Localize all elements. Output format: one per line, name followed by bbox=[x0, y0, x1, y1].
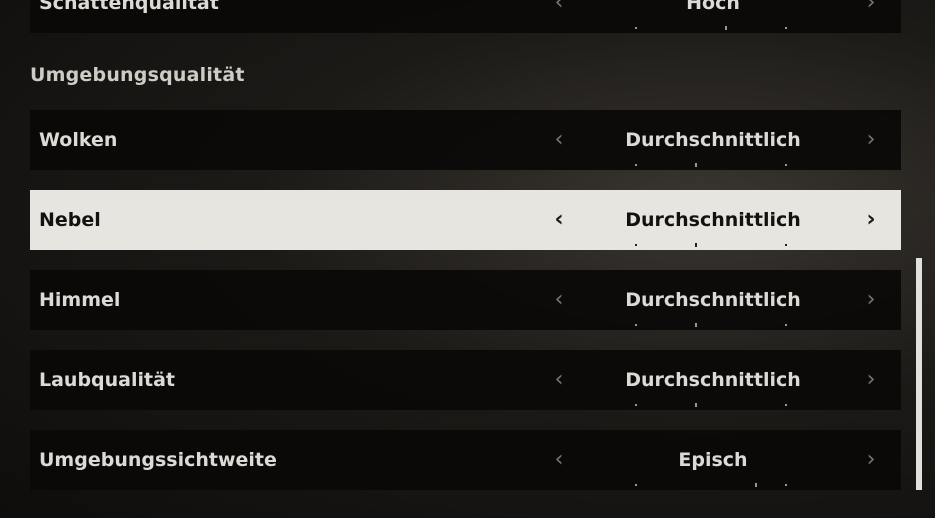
chevron-left-icon[interactable]: ‹ bbox=[547, 430, 571, 490]
level-indicator bbox=[635, 26, 795, 30]
setting-value: Durchschnittlich bbox=[625, 369, 801, 391]
level-indicator bbox=[635, 323, 795, 327]
level-indicator bbox=[635, 163, 795, 167]
chevron-right-icon[interactable]: › bbox=[859, 270, 883, 330]
chevron-left-icon[interactable]: ‹ bbox=[547, 350, 571, 410]
chevron-left-icon[interactable]: ‹ bbox=[547, 110, 571, 170]
section-title: Umgebungsqualität bbox=[30, 64, 245, 86]
chevron-right-icon[interactable]: › bbox=[859, 430, 883, 490]
setting-label: Laubqualität bbox=[39, 369, 176, 391]
setting-value: Durchschnittlich bbox=[625, 209, 801, 231]
setting-value: Episch bbox=[678, 449, 748, 471]
setting-label: Schattenqualität bbox=[39, 0, 219, 14]
level-indicator bbox=[635, 243, 795, 247]
chevron-left-icon[interactable]: ‹ bbox=[547, 270, 571, 330]
chevron-right-icon[interactable]: › bbox=[859, 110, 883, 170]
setting-label: Umgebungssichtweite bbox=[39, 449, 277, 471]
setting-row-fog[interactable]: Nebel ‹ Durchschnittlich › bbox=[30, 190, 901, 250]
level-indicator bbox=[635, 403, 795, 407]
chevron-right-icon[interactable]: › bbox=[859, 350, 883, 410]
scrollbar[interactable] bbox=[916, 258, 922, 490]
setting-row-shadow-quality[interactable]: Schattenqualität ‹ Hoch › bbox=[30, 0, 901, 33]
chevron-right-icon[interactable]: › bbox=[859, 190, 883, 250]
chevron-left-icon[interactable]: ‹ bbox=[547, 0, 571, 33]
level-indicator bbox=[635, 483, 795, 487]
setting-row-foliage-quality[interactable]: Laubqualität ‹ Durchschnittlich › bbox=[30, 350, 901, 410]
setting-label: Wolken bbox=[39, 129, 118, 151]
setting-row-sky[interactable]: Himmel ‹ Durchschnittlich › bbox=[30, 270, 901, 330]
setting-row-clouds[interactable]: Wolken ‹ Durchschnittlich › bbox=[30, 110, 901, 170]
setting-label: Himmel bbox=[39, 289, 121, 311]
setting-value: Durchschnittlich bbox=[625, 129, 801, 151]
chevron-right-icon[interactable]: › bbox=[859, 0, 883, 33]
chevron-left-icon[interactable]: ‹ bbox=[547, 190, 571, 250]
setting-label: Nebel bbox=[39, 209, 101, 231]
setting-row-environment-view-distance[interactable]: Umgebungssichtweite ‹ Episch › bbox=[30, 430, 901, 490]
setting-value: Durchschnittlich bbox=[625, 289, 801, 311]
